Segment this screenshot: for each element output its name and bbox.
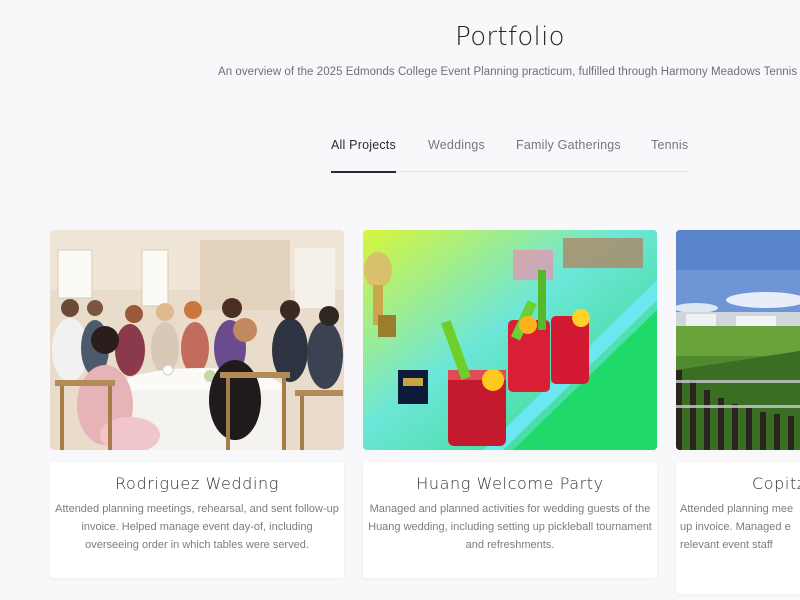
card-description-line: Attended planning mee (680, 503, 794, 515)
tab-tennis[interactable]: Tennis (651, 138, 688, 172)
card-body: Copitz Attended planning mee up invoice.… (676, 462, 800, 594)
outdoor-venue-chairs-photo (676, 230, 800, 450)
card-body: Huang Welcome Party Managed and planned … (363, 462, 657, 578)
card-title[interactable]: Copitz (752, 474, 800, 493)
card-description: Attended planning meetings, rehearsal, a… (55, 503, 339, 551)
filter-tabs: All Projects Weddings Family Gatherings … (331, 138, 689, 173)
page-subtitle: An overview of the 2025 Edmonds College … (218, 66, 800, 78)
portfolio-page: Portfolio An overview of the 2025 Edmond… (0, 0, 800, 600)
card-body: Rodriguez Wedding Attended planning meet… (50, 462, 344, 578)
page-title: Portfolio (455, 22, 565, 52)
tab-weddings[interactable]: Weddings (428, 138, 485, 172)
welcome-party-drinks-photo (363, 230, 657, 450)
wedding-reception-photo (50, 230, 344, 450)
project-card-rodriguez[interactable]: Rodriguez Wedding Attended planning meet… (50, 230, 344, 578)
tab-family-gatherings[interactable]: Family Gatherings (516, 138, 621, 172)
project-card-copitz[interactable]: Copitz Attended planning mee up invoice.… (676, 230, 800, 594)
card-description-line: up invoice. Managed e (680, 521, 791, 533)
project-card-huang[interactable]: Huang Welcome Party Managed and planned … (363, 230, 657, 578)
card-description: Managed and planned activities for weddi… (368, 503, 652, 551)
card-description-line: relevant event staff (680, 539, 773, 551)
tab-all-projects[interactable]: All Projects (331, 138, 396, 173)
card-description: Attended planning mee up invoice. Manage… (680, 500, 800, 554)
card-title[interactable]: Rodriguez Wedding (50, 474, 344, 493)
card-title[interactable]: Huang Welcome Party (363, 474, 657, 493)
